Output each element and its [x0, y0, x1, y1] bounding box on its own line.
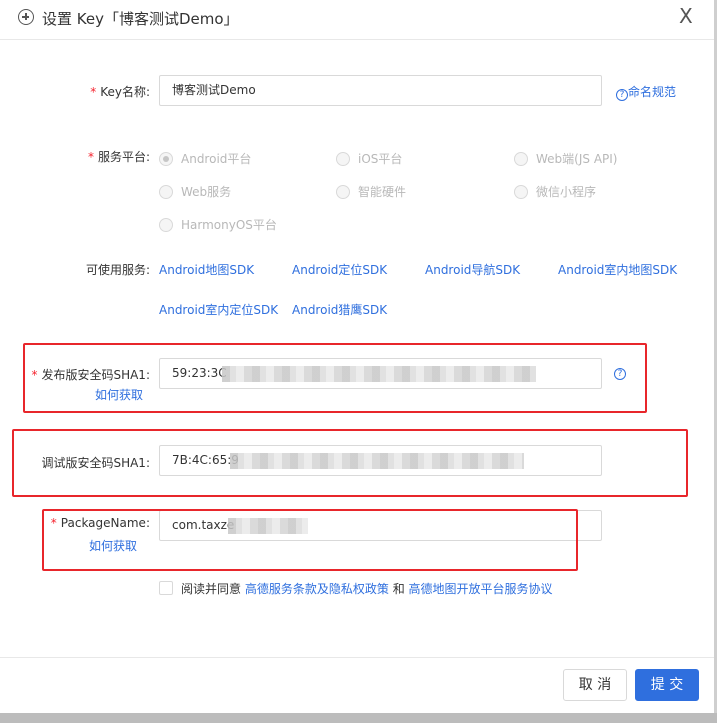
radio-dot: [159, 185, 173, 199]
radio-wechat-mini-program[interactable]: 微信小程序: [514, 183, 596, 200]
dialog-title: 设置 Key「博客测试Demo」: [42, 10, 239, 28]
platform-label: * 服务平台:: [87, 150, 150, 164]
help-icon: ?: [616, 89, 628, 101]
service-android-map-sdk[interactable]: Android地图SDK: [159, 261, 254, 278]
cancel-button[interactable]: 取 消: [563, 669, 627, 701]
service-android-falcon-sdk[interactable]: Android猎鹰SDK: [292, 301, 387, 318]
radio-dot: [514, 185, 528, 199]
service-android-location-sdk[interactable]: Android定位SDK: [292, 261, 387, 278]
service-agreement-link[interactable]: 高德地图开放平台服务协议: [409, 582, 553, 596]
agreement-text: 阅读并同意 高德服务条款及隐私权政策 和 高德地图开放平台服务协议: [181, 582, 553, 596]
plus-circle-icon: [18, 9, 34, 25]
dialog-footer: 取 消 提 交: [0, 657, 714, 713]
service-android-navigation-sdk[interactable]: Android导航SDK: [425, 261, 520, 278]
service-android-indoor-location-sdk[interactable]: Android室内定位SDK: [159, 301, 278, 318]
radio-harmonyos[interactable]: HarmonyOS平台: [159, 216, 277, 233]
radio-dot: [159, 152, 173, 166]
radio-android[interactable]: Android平台: [159, 150, 251, 167]
radio-dot: [514, 152, 528, 166]
radio-web-service[interactable]: Web服务: [159, 183, 231, 200]
annotation-box-release-sha1: [23, 343, 647, 413]
submit-button[interactable]: 提 交: [635, 669, 699, 701]
set-key-dialog: 设置 Key「博客测试Demo」 X * Key名称: 博客测试Demo ? 命名规…: [0, 0, 717, 723]
radio-dot: [336, 152, 350, 166]
close-icon[interactable]: X: [679, 5, 693, 27]
key-name-label: * Key名称:: [90, 85, 150, 99]
radio-dot: [336, 185, 350, 199]
naming-rules-link[interactable]: ? 命名规范: [616, 83, 676, 101]
terms-link[interactable]: 高德服务条款及隐私权政策: [245, 582, 389, 596]
services-label: 可使用服务:: [85, 263, 150, 277]
radio-web-js-api[interactable]: Web端(JS API): [514, 150, 617, 167]
agreement-checkbox[interactable]: [159, 581, 173, 595]
annotation-box-debug-sha1: [12, 429, 688, 497]
service-android-indoor-map-sdk[interactable]: Android室内地图SDK: [558, 261, 677, 278]
annotation-box-package-name: [42, 509, 578, 571]
key-name-input[interactable]: 博客测试Demo: [159, 75, 602, 106]
radio-ios[interactable]: iOS平台: [336, 150, 402, 167]
radio-dot: [159, 218, 173, 232]
dialog-bottom-edge: [0, 713, 717, 723]
radio-smart-hardware[interactable]: 智能硬件: [336, 183, 406, 200]
dialog-header: 设置 Key「博客测试Demo」 X: [0, 0, 714, 40]
